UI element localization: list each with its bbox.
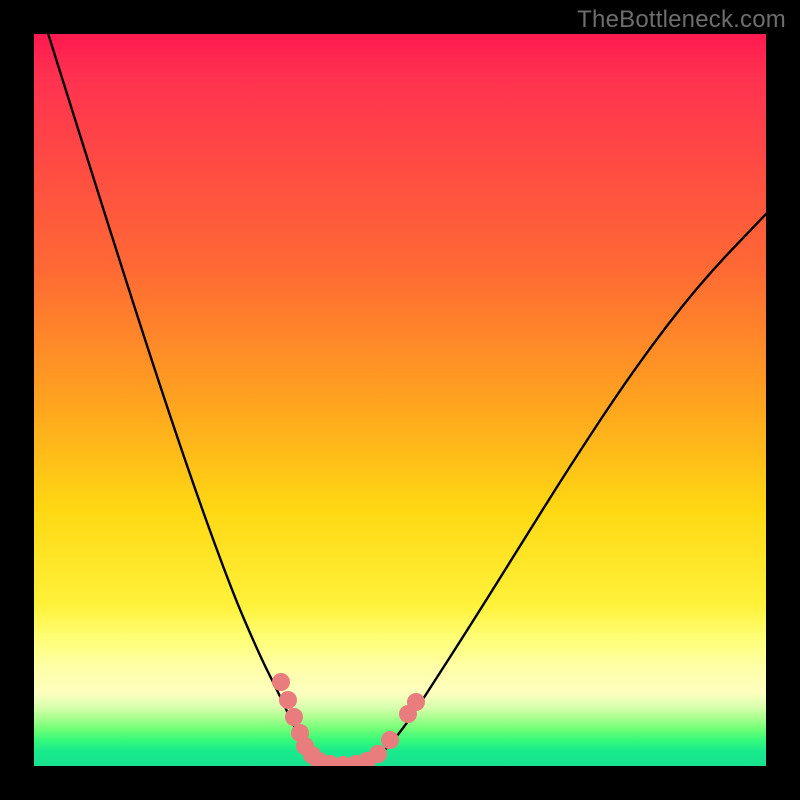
marker-group bbox=[272, 673, 425, 766]
curve-marker bbox=[285, 708, 303, 726]
curve-marker bbox=[381, 731, 399, 749]
plot-area bbox=[34, 34, 766, 766]
curve-marker bbox=[369, 745, 387, 763]
curve-layer bbox=[34, 34, 766, 766]
bottleneck-curve bbox=[42, 34, 766, 765]
curve-marker bbox=[272, 673, 290, 691]
attribution-label: TheBottleneck.com bbox=[577, 6, 786, 34]
curve-marker bbox=[407, 693, 425, 711]
chart-frame: TheBottleneck.com bbox=[0, 0, 800, 800]
curve-marker bbox=[279, 691, 297, 709]
